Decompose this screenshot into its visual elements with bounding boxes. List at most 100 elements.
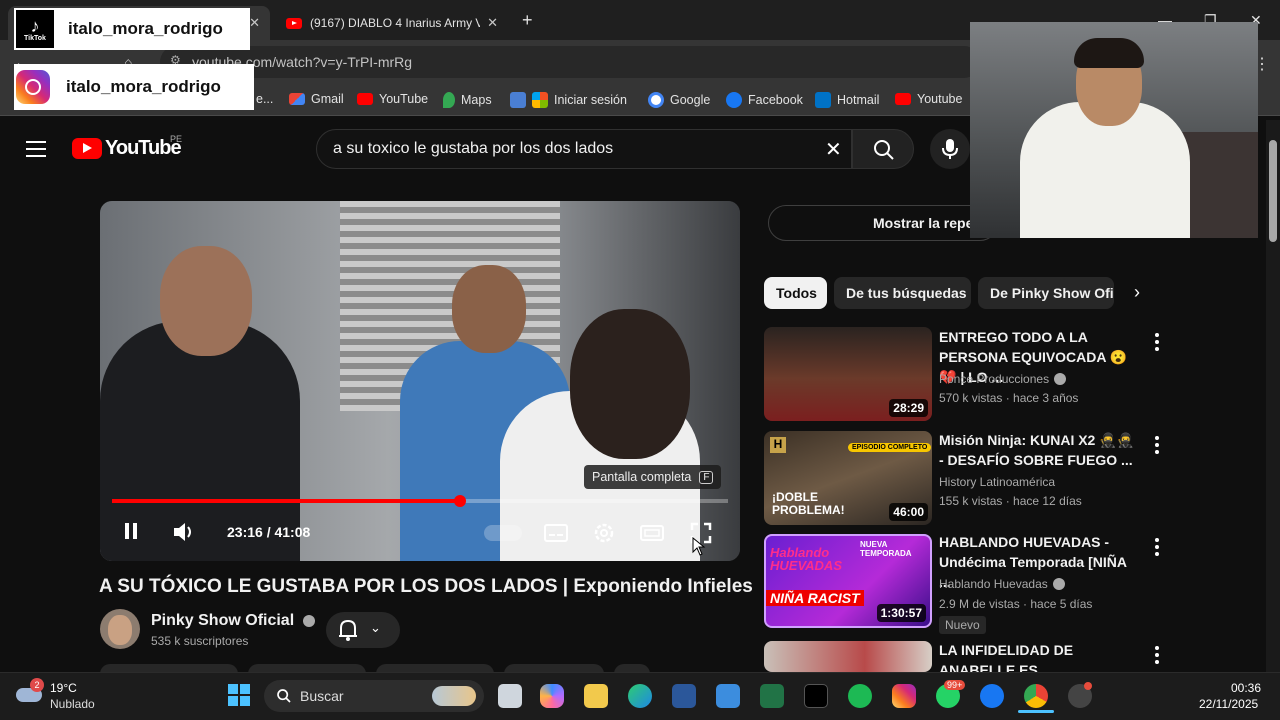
fullscreen-tooltip: Pantalla completa F bbox=[584, 465, 722, 489]
chevron-right-icon[interactable]: › bbox=[1134, 282, 1140, 303]
related-channel[interactable]: Hablando Huevadas bbox=[939, 577, 1065, 591]
person-center-head bbox=[452, 265, 526, 353]
search-input[interactable]: a su toxico le gustaba por los dos lados… bbox=[316, 129, 852, 169]
file-explorer-icon[interactable] bbox=[584, 684, 608, 708]
instagram-app-icon[interactable] bbox=[892, 684, 916, 708]
chrome-icon[interactable] bbox=[1024, 684, 1048, 708]
related-meta: 155 k vistas · hace 12 días bbox=[939, 494, 1082, 508]
video-title: A SU TÓXICO LE GUSTABA POR LOS DOS LADOS… bbox=[99, 576, 753, 597]
more-options-icon[interactable] bbox=[1155, 646, 1159, 667]
related-thumbnail[interactable]: Hablando HUEVADAS NUEVA TEMPORADA NIÑA R… bbox=[764, 534, 932, 628]
mic-icon bbox=[942, 139, 958, 159]
related-channel[interactable]: Ponce Producciones bbox=[939, 372, 1067, 386]
verified-icon bbox=[302, 614, 315, 627]
related-meta: 570 k vistas · hace 3 años bbox=[939, 391, 1079, 405]
address-bar[interactable]: ⚙ youtube.com/watch?v=y-TrPI-mrRg bbox=[160, 46, 980, 78]
spotify-icon[interactable] bbox=[848, 684, 872, 708]
scrollbar-thumb[interactable] bbox=[1269, 140, 1277, 242]
excel-icon[interactable] bbox=[760, 684, 784, 708]
store-icon[interactable] bbox=[716, 684, 740, 708]
webcam-overlay bbox=[970, 22, 1258, 238]
chip-todos[interactable]: Todos bbox=[764, 277, 827, 309]
more-options-icon[interactable] bbox=[1155, 436, 1159, 457]
chip-de-pinky-show[interactable]: De Pinky Show Oficial bbox=[978, 277, 1114, 309]
word-icon[interactable] bbox=[672, 684, 696, 708]
recording-dot-icon bbox=[1084, 682, 1092, 690]
voice-search-button[interactable] bbox=[930, 129, 970, 169]
bookmark-maps[interactable]: Maps bbox=[443, 92, 492, 108]
pause-icon[interactable] bbox=[124, 522, 138, 545]
close-tab-icon[interactable]: ✕ bbox=[487, 15, 498, 31]
instagram-icon bbox=[16, 70, 50, 104]
tiktok-icon: ♪ TikTok bbox=[16, 10, 54, 48]
settings-gear-icon[interactable] bbox=[592, 521, 616, 550]
facebook-app-icon[interactable] bbox=[980, 684, 1004, 708]
autoplay-toggle[interactable] bbox=[484, 525, 522, 541]
clock-date[interactable]: 22/11/2025 bbox=[1199, 697, 1258, 711]
bell-icon bbox=[339, 619, 357, 641]
channel-name[interactable]: Pinky Show Oficial bbox=[151, 612, 315, 630]
youtube-icon bbox=[357, 93, 373, 105]
related-thumbnail[interactable]: H EPISODIO COMPLETO ¡DOBLE PROBLEMA! 46:… bbox=[764, 431, 932, 525]
subtitles-icon[interactable] bbox=[544, 523, 568, 548]
notification-bell-button[interactable]: ⌄ bbox=[326, 612, 400, 648]
search-icon bbox=[874, 140, 894, 160]
person-right-hair bbox=[570, 309, 690, 459]
task-view-icon[interactable] bbox=[498, 684, 522, 708]
tab-diablo[interactable]: (9167) DIABLO 4 Inarius Army V ✕ bbox=[276, 6, 508, 40]
facebook-icon bbox=[726, 92, 742, 108]
bookmark-hotmail[interactable]: Hotmail bbox=[815, 92, 879, 108]
bookmark-truncated[interactable]: e... bbox=[256, 92, 273, 106]
new-tab-button[interactable]: + bbox=[522, 10, 533, 31]
gmail-icon bbox=[289, 93, 305, 105]
related-thumbnail[interactable]: 28:29 bbox=[764, 327, 932, 421]
channel-avatar[interactable] bbox=[100, 609, 140, 649]
mouse-cursor-icon bbox=[692, 536, 706, 561]
theater-mode-icon[interactable] bbox=[640, 523, 664, 548]
taskbar-search[interactable]: Buscar bbox=[264, 680, 484, 712]
outlook-icon bbox=[815, 92, 831, 108]
tiktok-overlay: ♪ TikTok italo_mora_rodrigo bbox=[14, 8, 250, 50]
related-channel[interactable]: History Latinoamérica bbox=[939, 475, 1055, 489]
bookmark-facebook[interactable]: Facebook bbox=[726, 92, 803, 108]
person-left-head bbox=[160, 246, 252, 356]
weather-desc: Nublado bbox=[50, 697, 95, 711]
show-chat-replay-button[interactable]: Mostrar la repetición del chat bbox=[768, 205, 998, 241]
tiktok-app-icon[interactable] bbox=[804, 684, 828, 708]
tab-label: (9167) DIABLO 4 Inarius Army V bbox=[310, 16, 480, 30]
new-badge: Nuevo bbox=[939, 616, 986, 634]
video-player[interactable]: Pantalla completa F 23:16 / 41:08 bbox=[100, 201, 740, 561]
edge-icon[interactable] bbox=[628, 684, 652, 708]
youtube-favicon-icon bbox=[286, 17, 302, 29]
youtube-logo[interactable]: YouTube PE bbox=[72, 134, 183, 160]
bookmark-youtube-2[interactable]: Youtube bbox=[895, 92, 962, 106]
bookmark-youtube[interactable]: YouTube bbox=[357, 92, 428, 106]
whatsapp-badge: 99+ bbox=[944, 680, 966, 690]
related-title[interactable]: Misión Ninja: KUNAI X2 🥷🥷 - DESAFÍO SOBR… bbox=[939, 430, 1139, 470]
chip-de-tus-busquedas[interactable]: De tus búsquedas bbox=[834, 277, 971, 309]
search-icon bbox=[277, 689, 291, 703]
search-button[interactable] bbox=[852, 129, 914, 169]
region-code: PE bbox=[170, 134, 183, 144]
related-title[interactable]: LA INFIDELIDAD DE ANABELLE ES DESCUBIERT… bbox=[939, 640, 1139, 672]
maps-icon bbox=[443, 92, 455, 108]
weather-temp[interactable]: 19°C bbox=[50, 681, 77, 695]
bookmark-google[interactable]: Google bbox=[648, 92, 710, 108]
bookmark-iniciar-sesion[interactable]: Iniciar sesión bbox=[510, 92, 627, 108]
tiktok-handle: italo_mora_rodrigo bbox=[68, 19, 223, 38]
volume-icon[interactable] bbox=[172, 521, 196, 548]
close-tab-icon[interactable]: ✕ bbox=[249, 15, 260, 31]
active-app-indicator bbox=[1018, 710, 1054, 713]
clear-search-icon[interactable]: ✕ bbox=[825, 137, 842, 162]
more-options-icon[interactable] bbox=[1155, 333, 1159, 354]
related-thumbnail[interactable] bbox=[764, 641, 932, 672]
clock-time[interactable]: 00:36 bbox=[1231, 681, 1261, 695]
bookmark-gmail[interactable]: Gmail bbox=[289, 92, 344, 106]
more-options-icon[interactable] bbox=[1155, 538, 1159, 559]
hamburger-menu-icon[interactable] bbox=[26, 141, 46, 162]
weather-icon[interactable]: 2 bbox=[16, 678, 44, 704]
history-logo-icon: H bbox=[770, 437, 786, 453]
windows-start-icon[interactable] bbox=[228, 684, 250, 711]
verified-icon bbox=[1054, 373, 1067, 385]
copilot-icon[interactable] bbox=[540, 684, 564, 708]
